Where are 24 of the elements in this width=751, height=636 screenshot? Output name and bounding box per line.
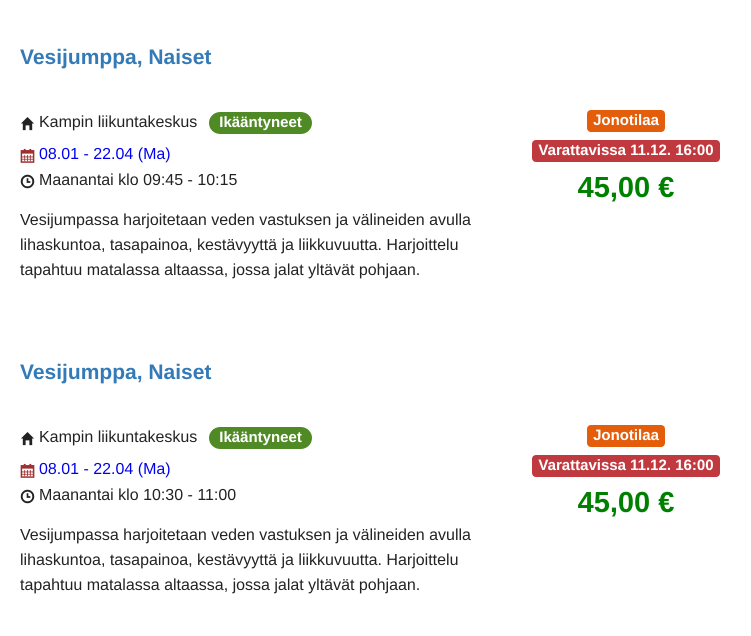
tag-badge: Ikääntyneet	[209, 427, 312, 449]
description: Vesijumpassa harjoitetaan veden vastuksen ja välineiden avulla lihaskuntoa, tasapainoa, kestävyyttä ja liikkuvuutta. Harjoittelu tapahtuu matalassa altaassa, jossa jalat yltävät pohjaan.	[20, 211, 472, 281]
calendar-icon	[20, 462, 35, 478]
availability-badge: Varattavissa 11.12. 16:00	[532, 455, 720, 477]
home-icon	[20, 430, 35, 446]
schedule: Maanantai klo 09:45 - 10:15	[39, 171, 238, 191]
dates-link[interactable]: 08.01 - 22.04 (Ma)	[39, 457, 171, 483]
home-icon	[20, 116, 35, 130]
status-badge: Jonotilaa	[587, 110, 665, 132]
price: 45,00 €	[578, 171, 674, 206]
description: Vesijumpassa harjoitetaan veden vastuksen ja välineiden avulla lihaskuntoa, tasapainoa, kestävyyttä ja liikkuvuutta. Harjoittelu tapahtuu matalassa altaassa, jossa jalat yltävät pohjaan.	[20, 526, 472, 596]
course-title[interactable]: Vesijumppa, Naiset	[20, 44, 733, 72]
clock-icon	[20, 174, 35, 188]
availability-badge: Varattavissa 11.12. 16:00	[532, 140, 720, 162]
dates-link[interactable]: 08.01 - 22.04 (Ma)	[39, 142, 171, 168]
calendar-icon	[20, 148, 35, 162]
price: 45,00 €	[578, 486, 674, 521]
venue: Kampin liikuntakeskus	[39, 428, 198, 448]
status-badge: Jonotilaa	[587, 425, 665, 447]
clock-icon	[20, 488, 35, 504]
schedule: Maanantai klo 10:30 - 11:00	[39, 486, 236, 506]
tag-badge: Ikääntyneet	[209, 112, 312, 134]
course-title[interactable]: Vesijumppa, Naiset	[20, 359, 733, 387]
venue: Kampin liikuntakeskus	[39, 113, 198, 133]
